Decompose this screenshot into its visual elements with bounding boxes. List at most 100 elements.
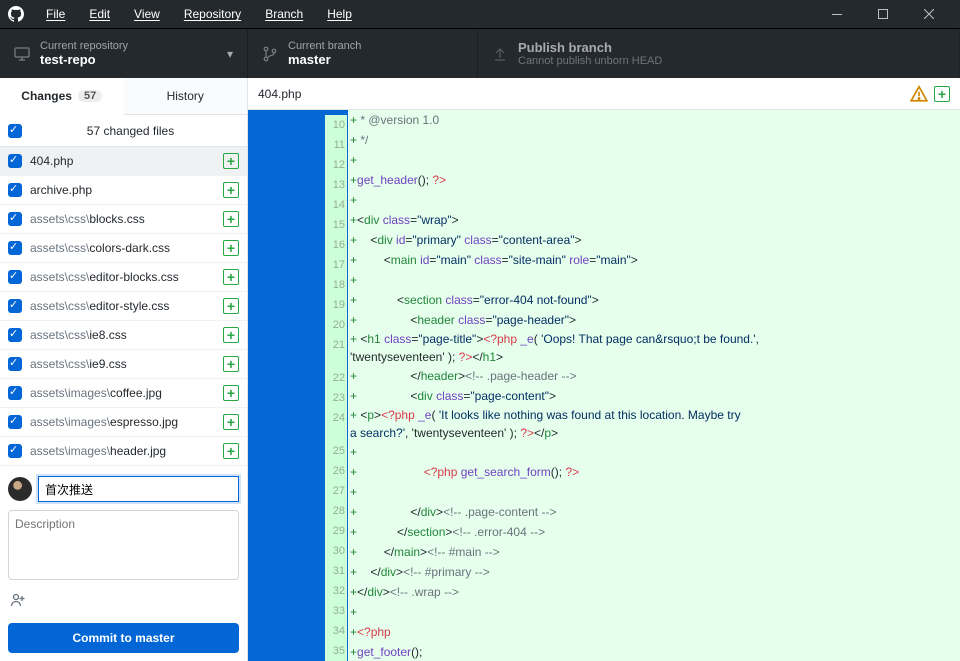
line-number: 22 xyxy=(325,368,347,388)
code-line: + * @version 1.0 xyxy=(348,110,960,130)
diff-filename: 404.php xyxy=(258,87,301,101)
file-checkbox[interactable] xyxy=(8,212,22,226)
commit-description-input[interactable] xyxy=(8,510,239,580)
file-checkbox[interactable] xyxy=(8,386,22,400)
file-checkbox[interactable] xyxy=(8,357,22,371)
file-row[interactable]: assets\css\ie9.css+ xyxy=(0,350,247,379)
code-line: + <?php get_search_form(); ?> xyxy=(348,462,960,482)
minimize-button[interactable] xyxy=(814,0,860,28)
line-number: 19 xyxy=(325,295,347,315)
commit-summary-input[interactable] xyxy=(38,476,239,502)
file-list: 404.php+archive.php+assets\css\blocks.cs… xyxy=(0,147,247,466)
file-checkbox[interactable] xyxy=(8,183,22,197)
tab-history[interactable]: History xyxy=(124,78,248,115)
menu-view[interactable]: View xyxy=(124,5,170,23)
file-row[interactable]: assets\images\header.jpg+ xyxy=(0,437,247,466)
menu-help[interactable]: Help xyxy=(317,5,362,23)
code-line: + </header><!-- .page-header --> xyxy=(348,366,960,386)
code-line: +get_header(); ?> xyxy=(348,170,960,190)
file-checkbox[interactable] xyxy=(8,328,22,342)
branch-selector[interactable]: Current branchmaster xyxy=(248,29,478,78)
maximize-button[interactable] xyxy=(860,0,906,28)
file-row[interactable]: assets\css\ie8.css+ xyxy=(0,321,247,350)
file-row[interactable]: assets\images\coffee.jpg+ xyxy=(0,379,247,408)
code-line: + xyxy=(348,602,960,622)
file-checkbox[interactable] xyxy=(8,415,22,429)
line-number: 18 xyxy=(325,275,347,295)
add-coauthor-button[interactable] xyxy=(8,588,239,615)
line-number: 21 xyxy=(325,335,347,368)
publish-sub: Cannot publish unborn HEAD xyxy=(518,55,662,67)
code-line: + </div><!-- .page-content --> xyxy=(348,502,960,522)
file-checkbox[interactable] xyxy=(8,299,22,313)
line-number: 34 xyxy=(325,621,347,641)
file-checkbox[interactable] xyxy=(8,154,22,168)
line-number: 30 xyxy=(325,541,347,561)
file-row[interactable]: assets\css\editor-blocks.css+ xyxy=(0,263,247,292)
file-row[interactable]: assets\css\colors-dark.css+ xyxy=(0,234,247,263)
line-number: 28 xyxy=(325,501,347,521)
added-icon: + xyxy=(223,182,239,198)
file-row[interactable]: archive.php+ xyxy=(0,176,247,205)
code-line: + </section><!-- .error-404 --> xyxy=(348,522,960,542)
added-icon: + xyxy=(223,269,239,285)
line-number: 17 xyxy=(325,255,347,275)
close-button[interactable] xyxy=(906,0,952,28)
titlebar: FileEditViewRepositoryBranchHelp xyxy=(0,0,960,28)
add-file-icon: + xyxy=(934,86,950,102)
file-row[interactable]: assets\images\espresso.jpg+ xyxy=(0,408,247,437)
added-icon: + xyxy=(223,443,239,459)
line-number: 31 xyxy=(325,561,347,581)
added-icon: + xyxy=(223,298,239,314)
commit-form: Commit to master xyxy=(0,466,247,661)
file-row[interactable]: 404.php+ xyxy=(0,147,247,176)
line-number: 20 xyxy=(325,315,347,335)
upload-icon xyxy=(492,46,508,62)
line-number: 26 xyxy=(325,461,347,481)
file-checkbox[interactable] xyxy=(8,444,22,458)
code-line: +<div class="wrap"> xyxy=(348,210,960,230)
menu-edit[interactable]: Edit xyxy=(79,5,120,23)
code-line: + <main id="main" class="site-main" role… xyxy=(348,250,960,270)
file-checkbox[interactable] xyxy=(8,241,22,255)
code-line: + <h1 class="page-title"><?php _e( 'Oops… xyxy=(348,330,960,366)
publish-branch[interactable]: Publish branchCannot publish unborn HEAD xyxy=(478,29,960,78)
warning-icon xyxy=(910,85,928,103)
repo-selector[interactable]: Current repositorytest-repo ▾ xyxy=(0,29,248,78)
line-number: 25 xyxy=(325,441,347,461)
added-icon: + xyxy=(223,385,239,401)
menu-file[interactable]: File xyxy=(36,5,75,23)
file-row[interactable]: assets\css\editor-style.css+ xyxy=(0,292,247,321)
select-all-checkbox[interactable] xyxy=(8,124,22,138)
repo-name: test-repo xyxy=(40,52,128,67)
chevron-down-icon: ▾ xyxy=(227,47,233,61)
menu-bar: FileEditViewRepositoryBranchHelp xyxy=(36,5,362,23)
line-number: 10 xyxy=(325,115,347,135)
code-line: + <header class="page-header"> xyxy=(348,310,960,330)
branch-name: master xyxy=(288,52,361,67)
line-number: 24 xyxy=(325,408,347,441)
added-icon: + xyxy=(223,356,239,372)
line-number: 32 xyxy=(325,581,347,601)
code-line: + xyxy=(348,482,960,502)
github-logo-icon xyxy=(8,6,24,22)
menu-branch[interactable]: Branch xyxy=(255,5,313,23)
commit-button[interactable]: Commit to master xyxy=(8,623,239,653)
line-number: 29 xyxy=(325,521,347,541)
menu-repository[interactable]: Repository xyxy=(174,5,251,23)
all-files-row[interactable]: 57 changed files xyxy=(0,115,247,147)
file-checkbox[interactable] xyxy=(8,270,22,284)
file-row[interactable]: assets\css\blocks.css+ xyxy=(0,205,247,234)
repo-label: Current repository xyxy=(40,40,128,52)
code-line: + </div><!-- #primary --> xyxy=(348,562,960,582)
added-icon: + xyxy=(223,327,239,343)
all-files-label: 57 changed files xyxy=(22,124,239,138)
toolbar: Current repositorytest-repo ▾ Current br… xyxy=(0,28,960,78)
line-number: 15 xyxy=(325,215,347,235)
code-line: + xyxy=(348,442,960,462)
tab-changes[interactable]: Changes57 xyxy=(0,78,124,115)
code-line: + xyxy=(348,150,960,170)
code-line: + xyxy=(348,190,960,210)
added-icon: + xyxy=(223,153,239,169)
code-line: + <section class="error-404 not-found"> xyxy=(348,290,960,310)
